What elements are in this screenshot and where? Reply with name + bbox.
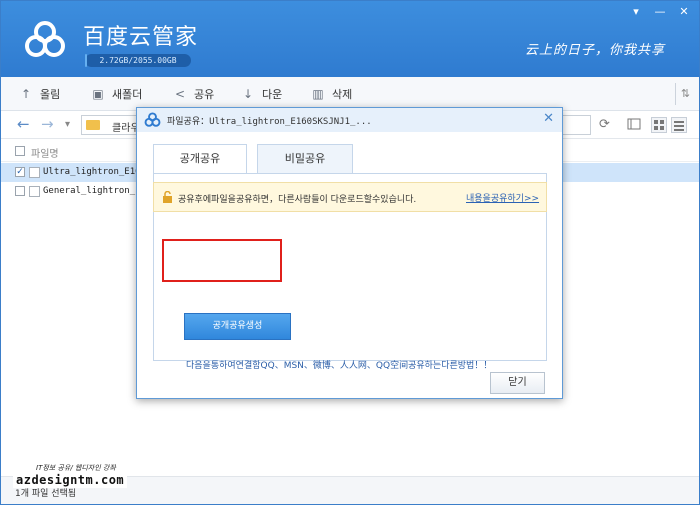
- download-arrow-icon: ↓: [242, 87, 254, 101]
- create-public-share-button[interactable]: 공개공유생성: [184, 313, 291, 340]
- dialog-close-button[interactable]: 닫기: [490, 372, 545, 394]
- column-filename[interactable]: 파일명: [31, 145, 59, 160]
- download-button[interactable]: ↓ 다운: [241, 86, 282, 102]
- new-folder-icon: ▣: [92, 87, 104, 101]
- forward-arrow-icon[interactable]: →: [41, 115, 54, 133]
- row-checkbox[interactable]: [15, 186, 25, 196]
- storage-usage-bar: 2.72GB/2055.00GB: [85, 54, 191, 67]
- select-all-checkbox[interactable]: [15, 146, 25, 156]
- upload-arrow-icon: ↑: [20, 87, 32, 101]
- storage-usage-text: 2.72GB/2055.00GB: [99, 56, 177, 65]
- window-controls: ▾ — ✕: [629, 5, 691, 18]
- minimize-icon[interactable]: —: [653, 5, 667, 18]
- dialog-titlebar: 파일공유：Ultra_lightron_E160SKSJNJ1_... ✕: [137, 108, 562, 132]
- upload-button[interactable]: ↑ 올림: [19, 86, 60, 102]
- baidu-cloud-logo-icon: [25, 21, 65, 57]
- share-notice: 공유후에파일을공유하면，다른사람들이 다운로드할수있습니다. 내용을공유하기>>: [153, 182, 547, 212]
- detail-view-icon[interactable]: [627, 117, 643, 133]
- slogan: 云上的日子，你我共享: [525, 43, 666, 58]
- upload-label: 올림: [40, 88, 61, 101]
- trash-icon: ▥: [312, 87, 324, 101]
- refresh-icon[interactable]: ⟳: [599, 117, 610, 132]
- app-title: 百度云管家: [83, 25, 199, 50]
- dialog-cloud-logo-icon: [144, 112, 161, 127]
- download-label: 다운: [262, 88, 283, 101]
- delete-button[interactable]: ▥ 삭제: [311, 86, 352, 102]
- watermark: IT정보 공유/ 웹디자인 강좌 azdesigntm.com: [13, 462, 128, 488]
- watermark-caption: IT정보 공유/ 웹디자인 강좌: [36, 464, 116, 472]
- dialog-close-icon[interactable]: ✕: [543, 111, 554, 126]
- delete-label: 삭제: [332, 88, 353, 101]
- share-methods-text: 다음을통하여연결함QQ、MSN、微博、人人网、QQ空间공유하는다른방법！！: [186, 361, 493, 371]
- menu-dropdown-icon[interactable]: ▾: [629, 5, 643, 18]
- watermark-site: azdesigntm.com: [16, 473, 125, 487]
- new-folder-label: 새폴더: [112, 88, 143, 101]
- toolbar: ↑ 올림 ▣ 새폴더 < 공유 ↓ 다운 ▥ 삭제 ⇅: [1, 77, 699, 111]
- thumbnail-view-icon[interactable]: [651, 117, 667, 133]
- transfer-toggle-icon[interactable]: ⇅: [675, 83, 695, 105]
- baidu-cloud-window: 百度云管家 2.72GB/2055.00GB 云上的日子，你我共享 ▾ — ✕ …: [0, 0, 700, 505]
- share-icon: <: [174, 87, 186, 101]
- new-folder-button[interactable]: ▣ 새폴더: [91, 86, 142, 102]
- dialog-title: 파일공유：Ultra_lightron_E160SKSJNJ1_...: [167, 117, 372, 127]
- share-button[interactable]: < 공유: [173, 86, 214, 102]
- file-icon: [29, 167, 40, 178]
- share-label: 공유: [194, 88, 215, 101]
- title-header: 百度云管家 2.72GB/2055.00GB 云上的日子，你我共享 ▾ — ✕: [1, 1, 699, 77]
- history-dropdown-icon[interactable]: ▾: [65, 119, 70, 130]
- list-view-icon[interactable]: [671, 117, 687, 133]
- back-arrow-icon[interactable]: ←: [17, 115, 30, 133]
- lock-icon: [163, 191, 172, 203]
- highlight-box: [162, 239, 282, 282]
- notice-text: 공유후에파일을공유하면，다른사람들이 다운로드할수있습니다.: [178, 195, 417, 205]
- close-window-icon[interactable]: ✕: [677, 5, 691, 18]
- folder-icon: [86, 120, 100, 130]
- tab-public-share[interactable]: 공개공유: [153, 144, 247, 175]
- tab-private-share[interactable]: 비밀공유: [257, 144, 353, 174]
- file-icon: [29, 186, 40, 197]
- storage-usage-fill: [85, 54, 87, 67]
- row-checkbox[interactable]: ✓: [15, 167, 25, 177]
- share-content-link[interactable]: 내용을공유하기>>: [466, 191, 539, 204]
